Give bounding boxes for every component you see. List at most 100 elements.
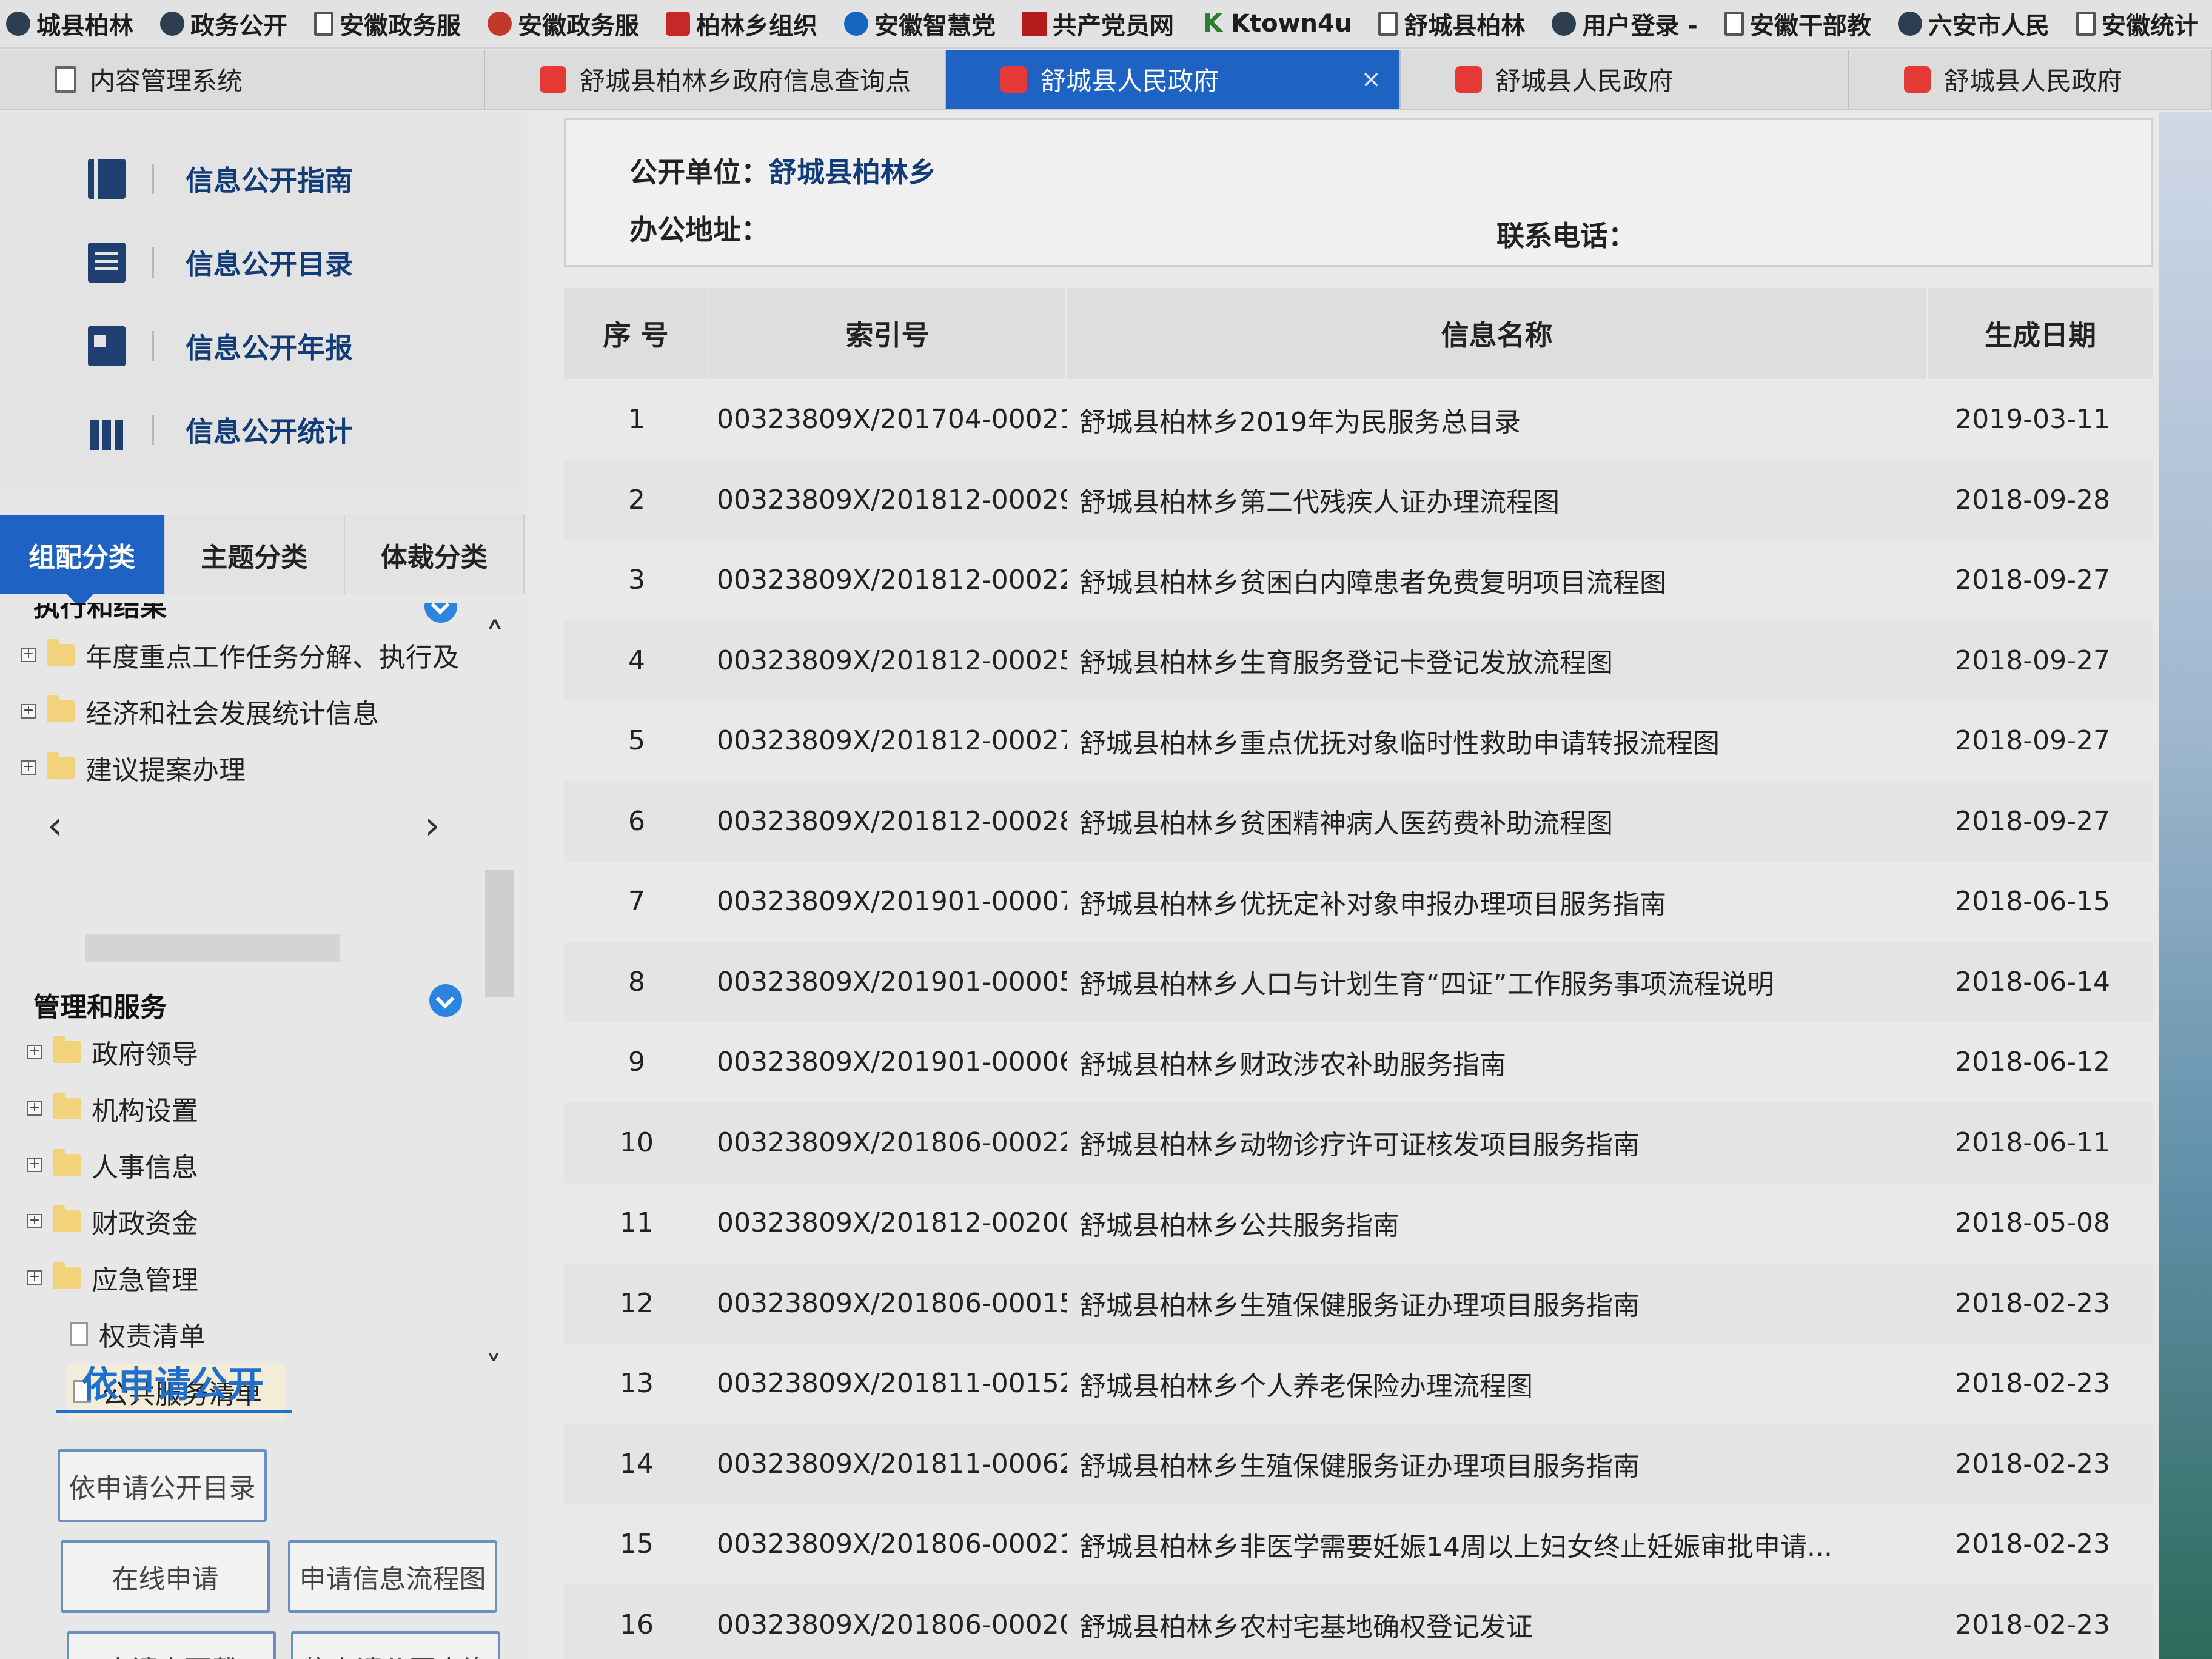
bookmark[interactable]: 安徽政务服: [314, 6, 461, 41]
vertical-scrollbar[interactable]: [485, 870, 514, 997]
bookmark[interactable]: 城县柏林: [6, 6, 133, 41]
table-row[interactable]: 16 00323809X/201806-00020 舒城县柏林乡农村宅基地确权登记发…: [564, 1584, 2153, 1659]
browser-tab[interactable]: 舒城县人民政府: [1401, 50, 1849, 109]
bookmark[interactable]: 政务公开: [160, 6, 287, 41]
expand-icon[interactable]: +: [27, 1270, 42, 1285]
table-row[interactable]: 5 00323809X/201812-00027 舒城县柏林乡重点优抚对象临时性救助…: [564, 700, 2153, 781]
table-row[interactable]: 9 00323809X/201901-00006 舒城县柏林乡财政涉农补助服务指南 2…: [564, 1022, 2153, 1102]
nav-label: 信息公开年报: [186, 332, 353, 364]
table-row[interactable]: 12 00323809X/201806-00015 舒城县柏林乡生殖保健服务证办理项…: [564, 1262, 2153, 1344]
row-info-name-link[interactable]: 舒城县柏林乡非医学需要妊娠14周以上妇女终止妊娠审批申请...: [1067, 1525, 1928, 1564]
row-info-name-link[interactable]: 舒城县柏林乡重点优抚对象临时性救助申请转报流程图: [1067, 722, 1928, 760]
row-info-name-link[interactable]: 舒城县柏林乡动物诊疗许可证核发项目服务指南: [1067, 1123, 1928, 1162]
expand-icon[interactable]: +: [27, 1214, 42, 1228]
table-row[interactable]: 1 00323809X/201704-00021 舒城县柏林乡2019年为民服务总目…: [564, 379, 2153, 460]
row-info-name-link[interactable]: 舒城县柏林乡生殖保健服务证办理项目服务指南: [1067, 1284, 1928, 1322]
nav-item-catalog[interactable]: 信息公开目录: [88, 235, 353, 290]
collapse-toggle-icon[interactable]: [424, 603, 457, 623]
tree-item[interactable]: + 财政资金: [27, 1200, 198, 1242]
expand-icon[interactable]: +: [21, 760, 36, 775]
row-info-name-link[interactable]: 舒城县柏林乡第二代残疾人证办理流程图: [1067, 480, 1928, 519]
row-info-name-link[interactable]: 舒城县柏林乡个人养老保险办理流程图: [1067, 1364, 1928, 1403]
expand-icon[interactable]: +: [21, 704, 36, 719]
tab-bar: 内容管理系统 舒城县柏林乡政府信息查询点 舒城县人民政府 × 舒城县人民政府 舒城…: [0, 50, 2212, 110]
bookmark[interactable]: 舒城县柏林: [1378, 6, 1525, 41]
row-date: 2018-06-11: [1955, 1127, 2110, 1158]
expand-icon[interactable]: +: [21, 648, 36, 662]
scroll-right-icon[interactable]: ›: [424, 803, 440, 848]
tab-genre-category[interactable]: 体裁分类: [344, 515, 525, 594]
browser-tab[interactable]: 舒城县人民政府: [1849, 50, 2212, 109]
row-info-name-link[interactable]: 舒城县柏林乡贫困精神病人医药费补助流程图: [1067, 802, 1928, 840]
bookmark[interactable]: 安徽智慧党: [844, 6, 996, 41]
table-row[interactable]: 7 00323809X/201901-00007 舒城县柏林乡优抚定补对象申报办理项…: [564, 861, 2153, 942]
tab-topic-category[interactable]: 主题分类: [165, 515, 345, 594]
table-row[interactable]: 13 00323809X/201811-00152 舒城县柏林乡个人养老保险办理流程…: [564, 1343, 2153, 1424]
tree-item[interactable]: + 人事信息: [27, 1144, 198, 1186]
browser-tab[interactable]: 舒城县柏林乡政府信息查询点: [485, 50, 946, 109]
bookmark[interactable]: 安徽统计: [2076, 6, 2199, 41]
tab-composite-category[interactable]: 组配分类: [0, 515, 165, 608]
row-info-name-link[interactable]: 舒城县柏林乡公共服务指南: [1067, 1204, 1928, 1242]
scroll-up-icon[interactable]: ˄: [485, 615, 504, 660]
row-info-name-link[interactable]: 舒城县柏林乡生殖保健服务证办理项目服务指南: [1067, 1444, 1928, 1483]
apply-catalog-button[interactable]: 依申请公开目录: [58, 1449, 267, 1522]
nav-item-statistics[interactable]: 信息公开统计: [88, 403, 353, 457]
row-date: 2018-09-27: [1955, 725, 2110, 756]
bookmark[interactable]: 共产党员网: [1022, 6, 1174, 41]
expand-icon[interactable]: +: [27, 1158, 42, 1172]
nav-item-annual-report[interactable]: 信息公开年报: [88, 319, 353, 374]
tree-section-title[interactable]: 管理和服务: [33, 985, 167, 1024]
table-row[interactable]: 14 00323809X/201811-00062 舒城县柏林乡生殖保健服务证办理项…: [564, 1423, 2153, 1504]
table-row[interactable]: 3 00323809X/201812-00022 舒城县柏林乡贫困白内障患者免费复明…: [564, 540, 2153, 620]
row-info-name-link[interactable]: 舒城县柏林乡优抚定补对象申报办理项目服务指南: [1067, 882, 1928, 921]
bookmark[interactable]: 柏林乡组织: [666, 6, 817, 41]
table-row[interactable]: 6 00323809X/201812-00028 舒城县柏林乡贫困精神病人医药费补助…: [564, 780, 2153, 862]
table-row[interactable]: 8 00323809X/201901-00005 舒城县柏林乡人口与计划生育“四证”…: [564, 941, 2153, 1022]
table-row[interactable]: 11 00323809X/201812-00200 舒城县柏林乡公共服务指南 2018…: [564, 1182, 2153, 1263]
tree-item[interactable]: + 年度重点工作任务分解、执行及: [21, 634, 459, 676]
bookmark[interactable]: 六安市人民: [1897, 6, 2049, 41]
tree-section-title[interactable]: 执行和结果: [33, 603, 167, 624]
collapse-toggle-icon[interactable]: [429, 984, 462, 1017]
tree-item[interactable]: 权责清单: [70, 1313, 206, 1355]
tree-item[interactable]: + 应急管理: [27, 1256, 198, 1299]
site-logo-icon: [1000, 65, 1027, 93]
scroll-left-icon[interactable]: ‹: [47, 803, 63, 848]
tree-item[interactable]: + 机构设置: [27, 1087, 198, 1130]
row-date: 2019-03-11: [1955, 404, 2110, 435]
table-row[interactable]: 2 00323809X/201812-00029 舒城县柏林乡第二代残疾人证办理流程…: [564, 459, 2153, 540]
scroll-down-icon[interactable]: ˅: [485, 1349, 502, 1389]
bookmark[interactable]: 安徽政务服: [488, 6, 639, 41]
row-info-name-link[interactable]: 舒城县柏林乡生育服务登记卡登记发放流程图: [1067, 641, 1928, 680]
tree-item[interactable]: + 建议提案办理: [21, 746, 246, 789]
table-row[interactable]: 15 00323809X/201806-00021 舒城县柏林乡非医学需要妊娠14周…: [564, 1504, 2153, 1584]
browser-tab[interactable]: 内容管理系统: [0, 50, 485, 109]
row-info-name-link[interactable]: 舒城县柏林乡人口与计划生育“四证”工作服务事项流程说明: [1067, 962, 1928, 1001]
tree-item[interactable]: + 经济和社会发展统计信息: [21, 690, 379, 732]
bookmark[interactable]: 用户登录 -: [1552, 6, 1698, 41]
apply-flowchart-button[interactable]: 申请信息流程图: [288, 1540, 497, 1613]
apply-query-button[interactable]: 依申请公开查询: [291, 1631, 500, 1659]
divider: [56, 1410, 292, 1413]
table-row[interactable]: 4 00323809X/201812-00025 舒城县柏林乡生育服务登记卡登记发放…: [564, 620, 2153, 701]
expand-icon[interactable]: +: [27, 1101, 42, 1116]
table-row[interactable]: 10 00323809X/201806-00022 舒城县柏林乡动物诊疗许可证核发项…: [564, 1102, 2153, 1183]
row-info-name-link[interactable]: 舒城县柏林乡财政涉农补助服务指南: [1067, 1043, 1928, 1082]
row-info-name-link[interactable]: 舒城县柏林乡2019年为民服务总目录: [1067, 400, 1928, 439]
bookmark[interactable]: K Ktown4u: [1201, 10, 1352, 38]
form-download-button[interactable]: 申请表下载: [67, 1631, 276, 1659]
tree-item[interactable]: + 政府领导: [27, 1031, 198, 1073]
horizontal-scrollbar[interactable]: [85, 934, 340, 962]
nav-item-guide[interactable]: 信息公开指南: [88, 152, 353, 206]
bookmark[interactable]: 安徽干部教: [1724, 6, 1871, 41]
row-index-number: 00323809X/201812-00022: [717, 565, 1067, 595]
browser-tab-active[interactable]: 舒城县人民政府 ×: [946, 50, 1401, 109]
online-apply-button[interactable]: 在线申请: [61, 1540, 270, 1613]
phone-label: 联系电话：: [1496, 214, 1636, 254]
row-info-name-link[interactable]: 舒城县柏林乡贫困白内障患者免费复明项目流程图: [1067, 561, 1928, 600]
row-info-name-link[interactable]: 舒城县柏林乡农村宅基地确权登记发证: [1067, 1605, 1928, 1644]
close-icon[interactable]: ×: [1361, 65, 1381, 93]
globe-icon: [1552, 12, 1577, 36]
expand-icon[interactable]: +: [27, 1045, 42, 1059]
